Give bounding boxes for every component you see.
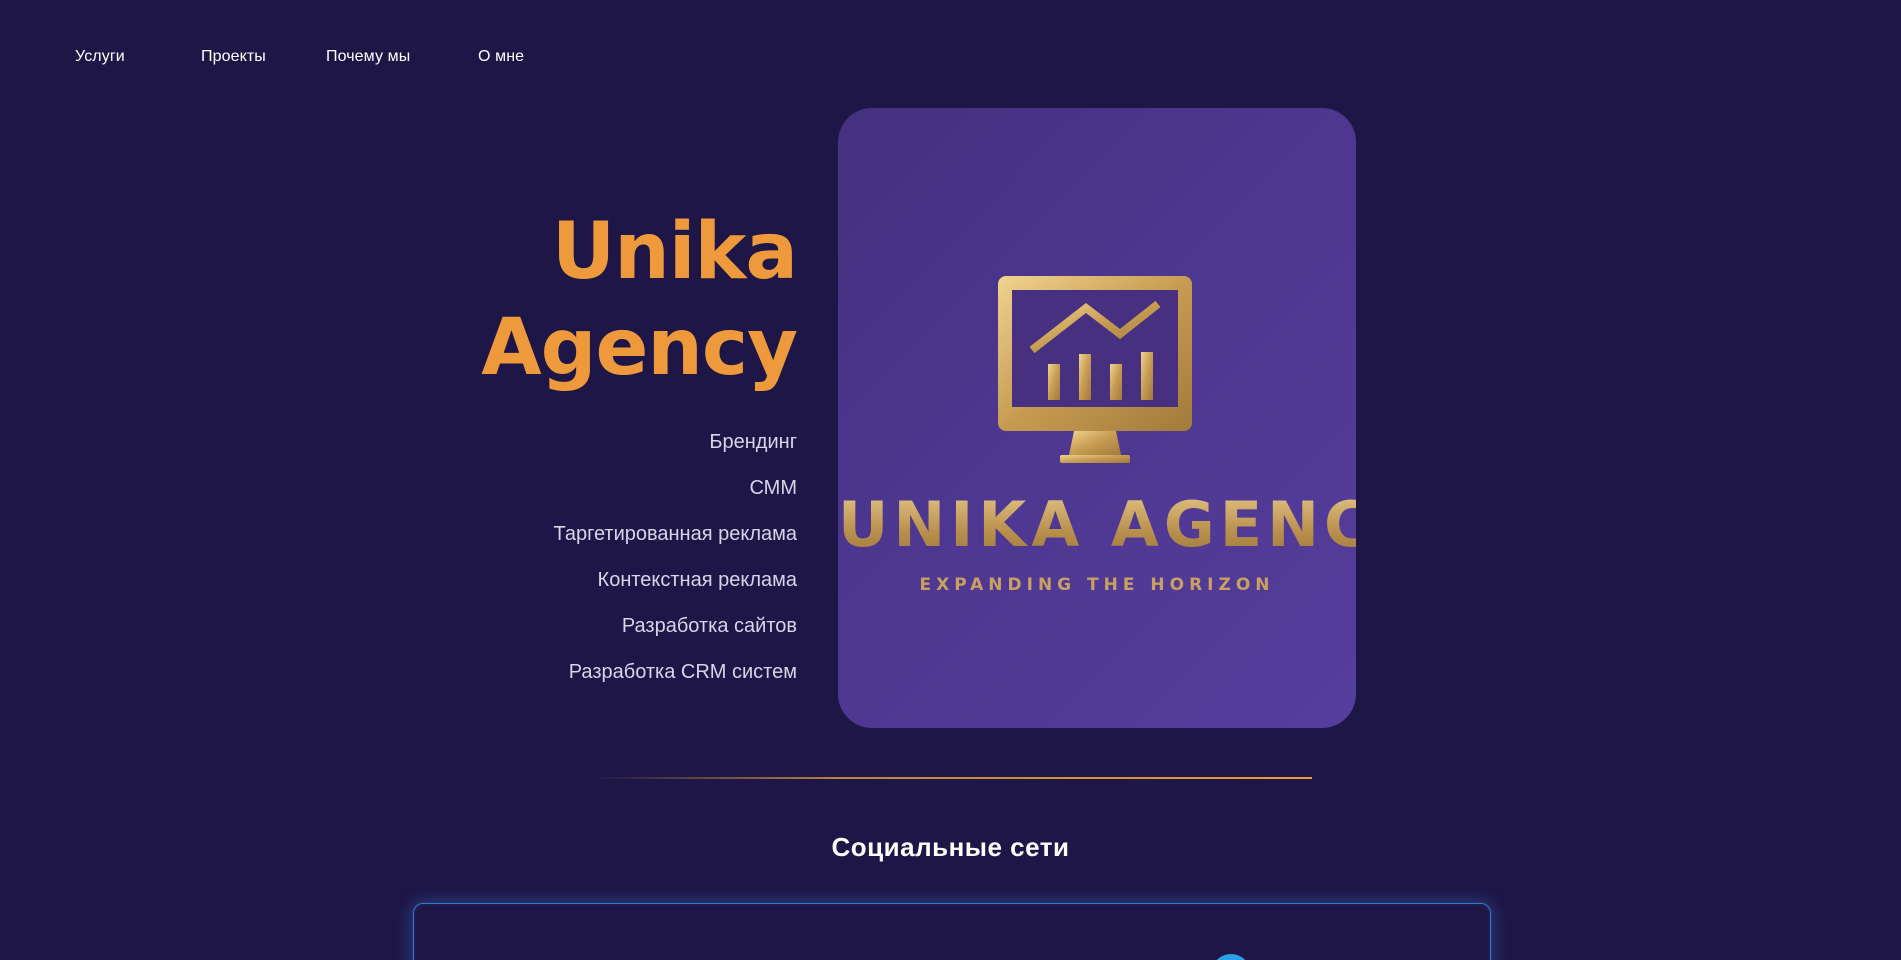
service-context-ads[interactable]: Контекстная реклама [420,568,797,614]
logo-brand-name: UNIKA AGENCY [838,488,1356,561]
nav-link-about[interactable]: О мне [478,48,524,66]
service-smm[interactable]: СММ [420,476,797,522]
services-list: Брендинг СММ Таргетированная реклама Кон… [420,430,797,706]
hero-title-line-1: Unika [551,207,798,297]
hero-title: Unika Agency [420,204,798,396]
service-web-development[interactable]: Разработка сайтов [420,614,797,660]
monitor-chart-icon [998,276,1192,463]
nav-link-projects[interactable]: Проекты [201,48,266,66]
nav-link-services[interactable]: Услуги [75,48,125,66]
logo-tagline: EXPANDING THE HORIZON [919,575,1275,595]
page: Услуги Проекты Почему мы О мне Unika Age… [0,0,1901,960]
social-links-box [413,903,1491,960]
service-targeted-ads[interactable]: Таргетированная реклама [420,522,797,568]
service-branding[interactable]: Брендинг [420,430,797,476]
nav-link-why-us[interactable]: Почему мы [326,48,410,66]
hero-title-line-2: Agency [481,303,798,393]
section-divider [592,777,1312,779]
logo-card: UNIKA AGENCY EXPANDING THE HORIZON [838,108,1356,728]
service-crm-development[interactable]: Разработка CRM систем [420,660,797,706]
social-section-title: Социальные сети [831,832,1070,862]
